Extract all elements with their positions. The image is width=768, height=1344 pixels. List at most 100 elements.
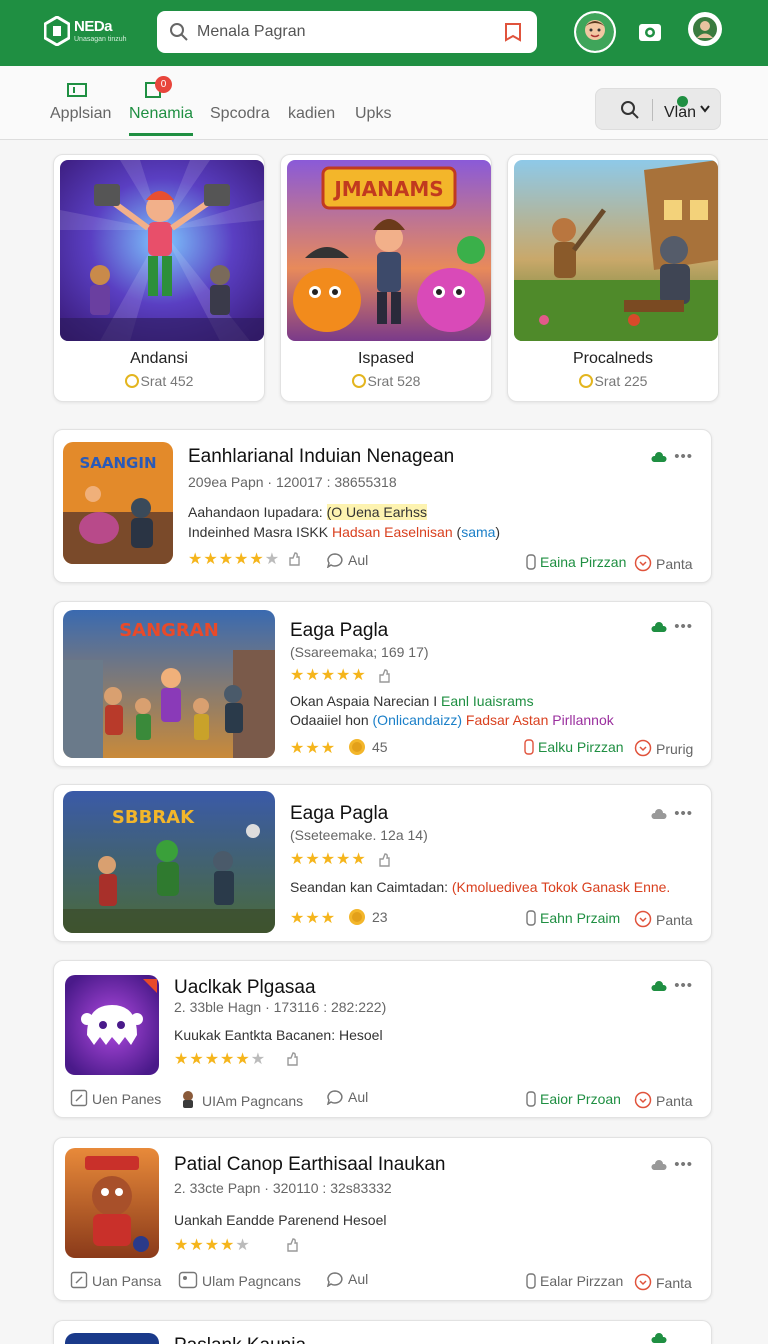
game-thumbnail: SBBRAK	[63, 791, 275, 933]
notification-badge: 0	[155, 76, 172, 93]
game-stat: Srat 452	[54, 373, 264, 389]
game-thumbnail	[65, 975, 159, 1075]
search-input[interactable]	[197, 19, 487, 45]
game-stat: Srat 528	[281, 373, 491, 389]
tab-spcodra[interactable]: Spcodra	[210, 96, 270, 136]
game-list-item[interactable]: Patial Canop Earthisaal Inaukan 2. 33cte…	[53, 1137, 712, 1301]
game-list-item[interactable]: Uaclkak Plgasaa 2. 33ble Hagn · 173116 :…	[53, 960, 712, 1118]
desc-highlight: sama	[461, 524, 496, 540]
more-options-icon[interactable]: •••	[674, 805, 693, 822]
desc-text: Indeinhed Masra ISKK	[188, 524, 332, 540]
game-description-2: Odaaiiel hon (Onlicandaizz) Fadsar Astan…	[290, 712, 614, 728]
game-stat: Srat 225	[508, 373, 718, 389]
game-list-item[interactable]: SBBRAK Eaga Pagla (Sseteemake. 12a 14) ★…	[53, 784, 712, 942]
thumbs-up-icon[interactable]	[378, 668, 390, 684]
search-bar[interactable]	[157, 11, 537, 53]
tool-button-1[interactable]: Uen Panes	[70, 1089, 161, 1107]
tab-kadien[interactable]: kadien	[288, 96, 335, 136]
game-thumbnail: SANGRAN	[63, 610, 275, 758]
star-rating: ★★★★★	[290, 851, 367, 868]
comment-button[interactable]: Aul	[326, 552, 368, 568]
primary-action-button[interactable]: Eaior Przoan	[526, 1091, 621, 1107]
thumbs-up-icon[interactable]	[286, 1051, 298, 1067]
more-options-icon[interactable]: •••	[674, 977, 693, 994]
action-label: Fanta	[656, 1275, 692, 1291]
clock-icon	[634, 910, 652, 928]
coin-icon	[349, 909, 365, 925]
thumbnail-title: SAANGIN	[79, 454, 156, 472]
tab-applsian[interactable]: Applsian	[50, 83, 112, 136]
tool-label: Uen Panes	[92, 1091, 162, 1107]
phone-icon	[524, 739, 534, 755]
phone-icon	[526, 554, 536, 570]
comment-icon	[326, 1272, 343, 1287]
game-title[interactable]: Paslank Kaunia	[174, 1335, 306, 1344]
comment-button[interactable]: Aul	[326, 1089, 368, 1105]
star-rating: ★★★★★	[290, 667, 367, 684]
primary-action-button[interactable]: Eaina Pirzzan	[526, 554, 626, 570]
game-title[interactable]: Patial Canop Earthisaal Inaukan	[174, 1154, 445, 1176]
hexagon-logo-icon	[44, 16, 70, 46]
primary-action-button[interactable]: Ealar Pirzzan	[526, 1273, 623, 1289]
game-description: Seandan kan Caimtadan: (Kmoluedivea Toko…	[290, 879, 670, 895]
action-label: Prurig	[656, 741, 694, 757]
game-title[interactable]: Uaclkak Plgasaa	[174, 977, 316, 999]
game-list-item[interactable]: SANGRAN Eaga Pagla (Ssareemaka; 169 17) …	[53, 601, 712, 767]
more-options-icon[interactable]: •••	[674, 448, 693, 465]
tab-label: kadien	[288, 105, 336, 122]
user-avatar[interactable]	[574, 11, 616, 53]
featured-game-card[interactable]: Procalneds Srat 225	[507, 154, 719, 402]
cloud-icon	[651, 452, 667, 462]
thumbs-up-icon[interactable]	[378, 852, 390, 868]
bookmark-icon[interactable]	[503, 21, 523, 43]
comment-button[interactable]: Aul	[326, 1271, 368, 1287]
tool-button-1[interactable]: Uan Pansa	[70, 1271, 161, 1289]
secondary-action-button[interactable]: Fanta	[634, 1273, 692, 1291]
tool-button-2[interactable]: UIAm Pagncans	[178, 1089, 303, 1109]
thumbs-up-icon[interactable]	[288, 551, 300, 567]
game-list-item[interactable]: Paslank Kaunia	[53, 1320, 712, 1344]
more-options-icon[interactable]: •••	[674, 1156, 693, 1173]
game-name: Procalneds	[572, 350, 654, 367]
profile-icon[interactable]	[688, 12, 722, 46]
desc-highlight: (Onlicandaizz)	[372, 712, 462, 728]
secondary-action-button[interactable]: Prurig	[634, 739, 693, 757]
game-description: Kuukak Eantkta Bacanen: Hesoel	[174, 1027, 383, 1043]
edit-icon	[70, 1271, 88, 1289]
desc-text: Seandan kan Caimtadan:	[290, 879, 452, 895]
clock-icon	[634, 1273, 652, 1291]
tab-nenamia[interactable]: Nenamia	[129, 82, 194, 136]
game-title[interactable]: Eaga Pagla	[290, 803, 388, 825]
secondary-action-button[interactable]: Panta	[634, 910, 693, 928]
more-options-icon[interactable]: •••	[674, 618, 693, 635]
featured-game-card[interactable]: Andansi Srat 452	[53, 154, 265, 402]
action-label: Panta	[656, 1093, 693, 1109]
secondary-action-button[interactable]: Panta	[634, 554, 693, 572]
brand-logo[interactable]: NEDa Unasagan tinzuh	[44, 14, 128, 50]
game-title[interactable]: Eanhlarianal Induian Nenagean	[188, 446, 454, 468]
game-meta: (Ssareemaka; 169 17)	[290, 644, 429, 660]
comment-label: Aul	[348, 552, 369, 568]
featured-game-card[interactable]: JMANAMS Ispased Srat 528	[280, 154, 492, 402]
tab-upks[interactable]: Upks	[355, 96, 391, 136]
desc-text: Odaaiiel hon	[290, 712, 373, 728]
game-meta: 209ea Papn · 120017 : 38655318	[188, 474, 397, 490]
game-list-item[interactable]: SAANGIN Eanhlarianal Induian Nenagean 20…	[53, 429, 712, 583]
secondary-action-button[interactable]: Panta	[634, 1091, 693, 1109]
filter-dropdown[interactable]: Vlan	[595, 88, 721, 130]
tool-button-2[interactable]: Ulam Pagncans	[178, 1271, 301, 1289]
primary-action-button[interactable]: Ealku Pirzzan	[524, 739, 624, 755]
brand-name: NEDa	[74, 18, 113, 35]
desc-highlight: Pirllannok	[552, 712, 614, 728]
camera-icon[interactable]	[631, 13, 669, 51]
action-label: Eaior Przoan	[540, 1091, 621, 1107]
cloud-icon	[651, 981, 667, 991]
tab-label: Applsian	[50, 105, 112, 122]
thumbs-up-icon[interactable]	[286, 1237, 298, 1253]
game-title[interactable]: Eaga Pagla	[290, 620, 388, 642]
banner-text: JMANAMS	[332, 177, 443, 201]
coin-icon	[351, 374, 366, 388]
search-icon[interactable]	[620, 100, 640, 120]
rating-count: 45	[372, 739, 388, 755]
primary-action-button[interactable]: Eahn Przaim	[526, 910, 620, 926]
